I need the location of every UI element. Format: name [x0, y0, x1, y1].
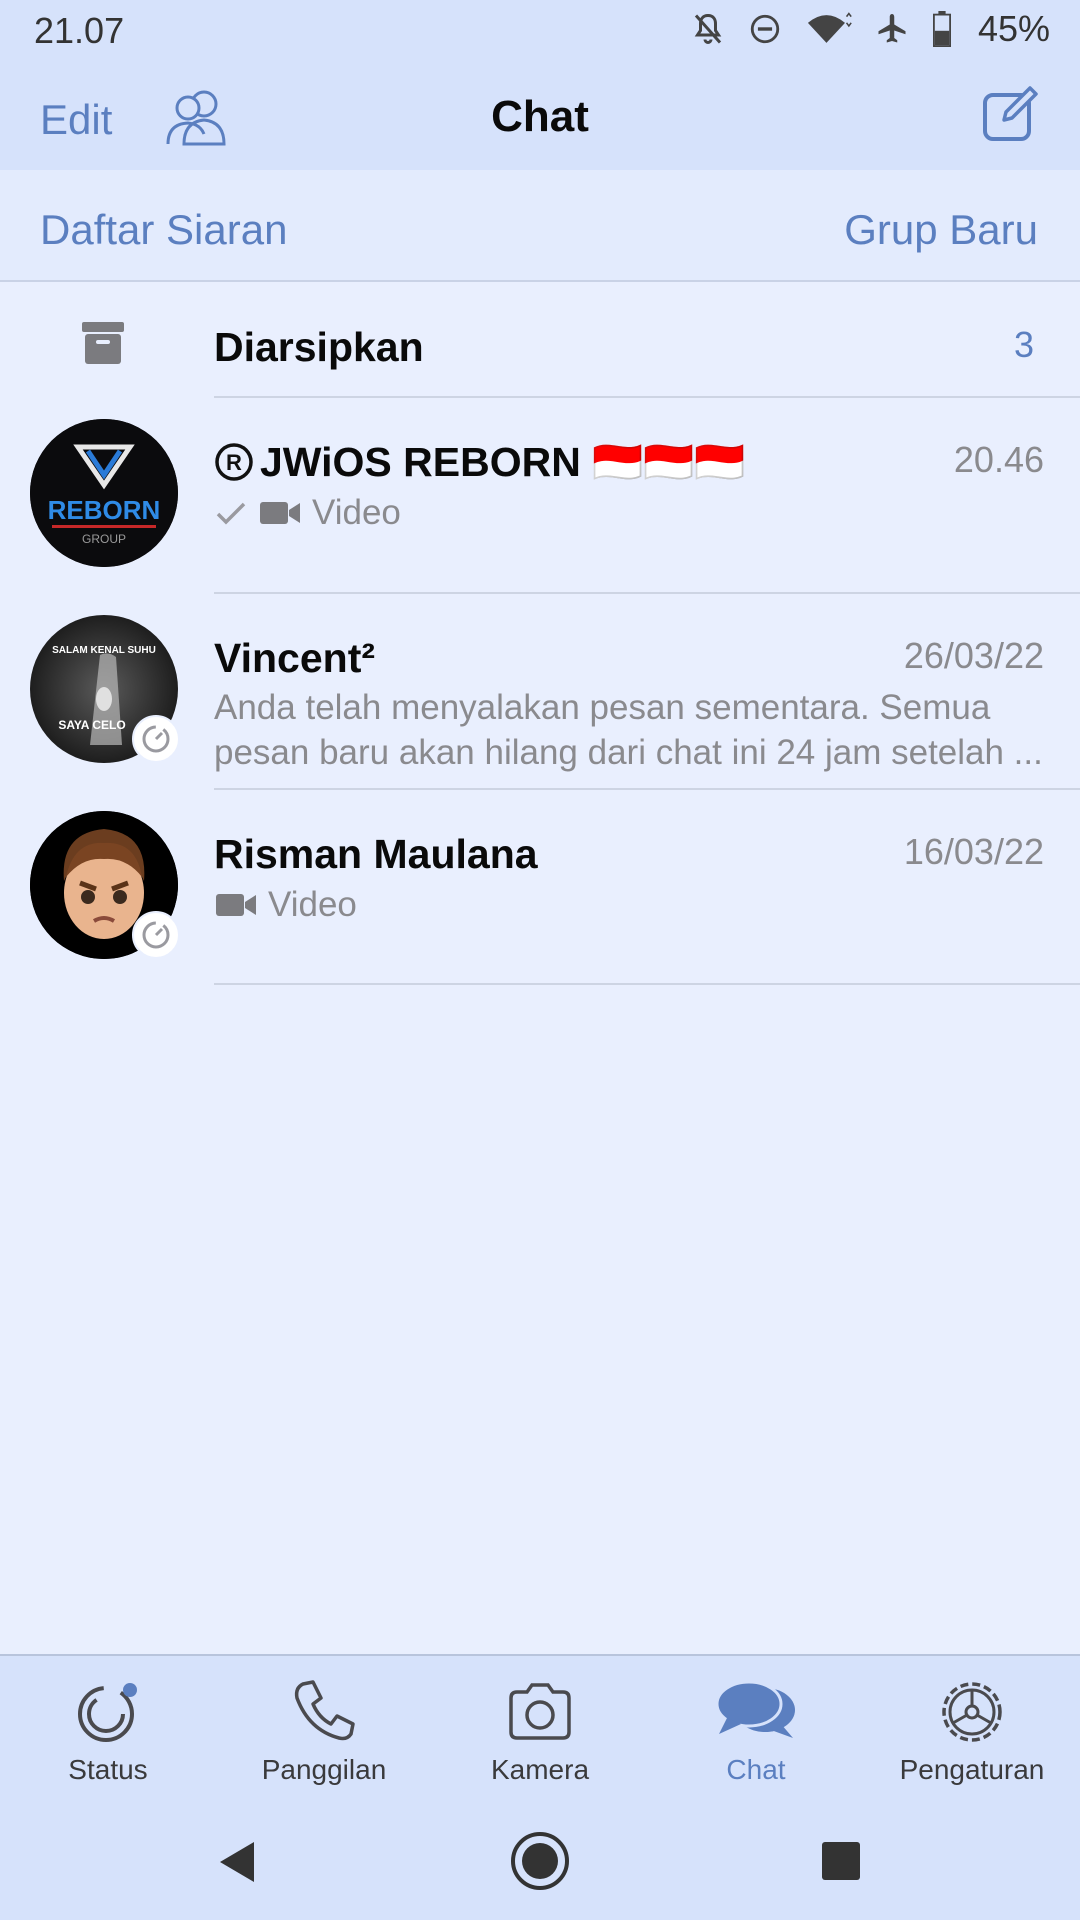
camera-icon	[509, 1683, 571, 1740]
registered-icon: R	[215, 443, 253, 481]
battery-icon	[932, 11, 951, 47]
tab-camera[interactable]: Kamera	[432, 1656, 648, 1802]
chat-name: R JWiOS REBORN 🇮🇩🇮🇩🇮🇩	[214, 439, 745, 487]
broadcast-list-button[interactable]: Daftar Siaran	[40, 206, 287, 254]
status-time: 21.07	[34, 10, 125, 51]
list-actions-bar: Daftar Siaran Grup Baru	[0, 170, 1080, 282]
chat-bubbles-icon	[715, 1680, 795, 1738]
gear-icon	[942, 1682, 1002, 1742]
svg-text:REBORN: REBORN	[48, 495, 161, 525]
system-navigation-bar	[0, 1802, 1080, 1920]
archived-count: 3	[1013, 324, 1034, 365]
tab-chat[interactable]: Chat	[648, 1656, 864, 1802]
svg-text:SALAM KENAL SUHU: SALAM KENAL SUHU	[52, 645, 156, 656]
archived-chats-row[interactable]: Diarsipkan 3	[0, 282, 1080, 396]
svg-text:SAYA CELO: SAYA CELO	[58, 718, 125, 732]
tab-status[interactable]: Status	[0, 1656, 216, 1802]
tab-bar: Status Panggilan Kamera Chat Pengaturan	[0, 1654, 1080, 1802]
phone-icon	[294, 1680, 355, 1741]
disappearing-messages-badge	[132, 715, 180, 763]
status-icon	[78, 1683, 137, 1742]
battery-percentage: 45%	[977, 8, 1050, 49]
recents-button[interactable]	[820, 1840, 862, 1887]
chat-time: 16/03/22	[903, 831, 1044, 872]
chat-preview: Anda telah menyalakan pesan sementara. S…	[214, 688, 1043, 772]
back-button[interactable]	[214, 1838, 258, 1891]
timer-icon	[142, 921, 170, 949]
chat-name-text: JWiOS REBORN 🇮🇩🇮🇩🇮🇩	[260, 439, 746, 485]
chat-time: 20.46	[953, 439, 1044, 480]
chat-name: Risman Maulana	[214, 831, 538, 877]
svg-text:R: R	[226, 450, 242, 475]
chat-row-vincent[interactable]: SALAM KENAL SUHU SAYA CELO Vincent² 26/0…	[0, 593, 1080, 789]
status-bar: 21.07 45%	[0, 0, 1080, 64]
chat-preview: Video	[214, 493, 401, 533]
tab-label: Kamera	[490, 1754, 590, 1785]
chat-preview-text: Video	[312, 493, 401, 532]
video-icon	[260, 502, 300, 524]
recents-square-icon	[822, 1842, 860, 1880]
archived-label: Diarsipkan	[214, 324, 424, 370]
chat-time: 26/03/22	[903, 635, 1044, 676]
svg-text:GROUP: GROUP	[82, 532, 126, 546]
chat-name: Vincent²	[214, 635, 375, 681]
avatar: REBORN GROUP	[30, 419, 178, 567]
video-icon	[216, 894, 256, 916]
tab-label: Pengaturan	[899, 1754, 1045, 1785]
status-icons: 45%	[690, 8, 1050, 50]
chat-row-jwios-reborn[interactable]: REBORN GROUP R JWiOS REBORN 🇮🇩🇮🇩🇮🇩 20.46…	[0, 397, 1080, 593]
divider	[214, 983, 1080, 985]
new-group-button[interactable]: Grup Baru	[844, 206, 1038, 254]
tab-label: Panggilan	[261, 1754, 387, 1785]
sent-check-icon	[216, 502, 246, 525]
do-not-disturb-icon	[750, 14, 780, 44]
timer-icon	[142, 725, 170, 753]
page-title: Chat	[491, 92, 589, 141]
disappearing-messages-badge	[132, 911, 180, 959]
notifications-off-icon	[694, 13, 722, 44]
tab-calls[interactable]: Panggilan	[216, 1656, 432, 1802]
chat-preview: Video	[214, 885, 357, 925]
top-bar: 21.07 45% Edit Chat	[0, 0, 1080, 170]
reborn-group-logo: REBORN GROUP	[30, 419, 178, 567]
airplane-mode-icon	[878, 14, 906, 43]
back-triangle-icon	[220, 1842, 254, 1882]
new-chat-button[interactable]	[980, 84, 1040, 149]
tab-settings[interactable]: Pengaturan	[864, 1656, 1080, 1802]
chat-row-risman-maulana[interactable]: Risman Maulana 16/03/22 Video	[0, 789, 1080, 985]
home-button[interactable]	[509, 1830, 571, 1897]
archive-box-icon	[80, 320, 126, 371]
navigation-bar: Edit Chat	[0, 70, 1080, 170]
chat-preview-text: Video	[268, 885, 357, 924]
tab-label: Status	[68, 1754, 148, 1785]
compose-icon	[983, 86, 1038, 141]
wifi-icon	[807, 12, 852, 43]
tab-label: Chat	[726, 1754, 786, 1785]
home-circle-icon	[511, 1832, 569, 1890]
